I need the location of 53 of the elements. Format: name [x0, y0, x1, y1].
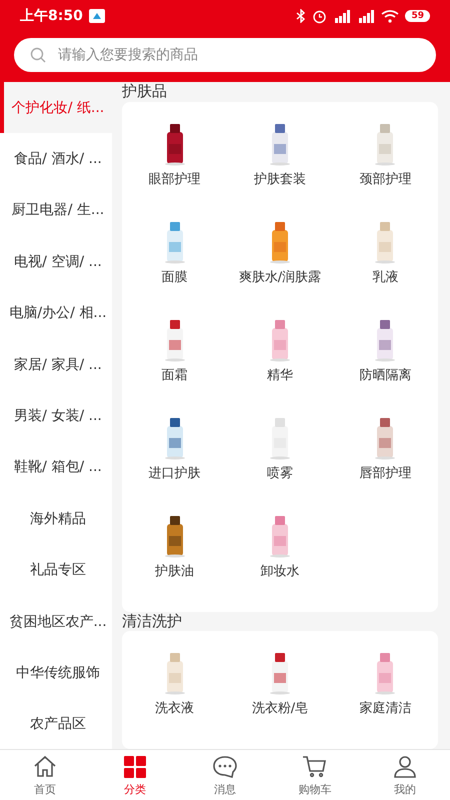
- category-item[interactable]: 男装/ 女装/ ...: [0, 390, 112, 442]
- search-bar[interactable]: 请输入您要搜索的商品: [14, 38, 436, 72]
- signal-icon: [357, 10, 376, 22]
- category-item[interactable]: 农产品区: [0, 698, 112, 750]
- battery-level: 59: [405, 10, 430, 22]
- bluetooth-icon: [296, 9, 306, 23]
- subcategory-label[interactable]: 爽肤水/润肤露: [238, 268, 322, 286]
- status-time: 上午8:50: [20, 7, 83, 25]
- subcategory-label[interactable]: 进口护肤: [148, 464, 201, 482]
- tab-item[interactable]: 分类: [90, 750, 180, 800]
- subcategory-label[interactable]: 护肤油: [155, 562, 194, 580]
- subcategory-label[interactable]: 喷雾: [266, 464, 293, 482]
- category-item[interactable]: 个护化妆/ 纸...: [0, 82, 112, 134]
- category-item[interactable]: 食品/ 酒水/ ...: [0, 133, 112, 185]
- grid-icon: [122, 754, 148, 780]
- tab-item[interactable]: 购物车: [270, 750, 360, 800]
- subcategory-label[interactable]: 眼部护理: [148, 170, 201, 188]
- section-title: 护肤品: [122, 82, 168, 102]
- subcategory-label[interactable]: 精华: [266, 366, 293, 384]
- category-item[interactable]: 电视/ 空调/ ...: [0, 236, 112, 288]
- subcategory-label[interactable]: 防晒隔离: [359, 366, 412, 384]
- subcategory-label[interactable]: 护肤套装: [254, 170, 306, 188]
- subcategory-label[interactable]: 洗衣液: [155, 699, 194, 717]
- subcategory-label[interactable]: 唇部护理: [359, 464, 412, 482]
- section-title: 清洁洗护: [122, 612, 183, 631]
- category-item[interactable]: 海外精品: [0, 493, 112, 545]
- home-icon: [32, 754, 58, 780]
- chat-icon: [212, 754, 238, 780]
- subcategory-label[interactable]: 颈部护理: [359, 170, 412, 188]
- subcategory-label[interactable]: 洗衣粉/皂: [252, 699, 308, 717]
- subcategory-label[interactable]: 面膜: [162, 268, 188, 286]
- category-item[interactable]: 礼品专区: [0, 544, 112, 596]
- search-icon: [30, 47, 46, 63]
- tab-item[interactable]: 消息: [180, 750, 270, 800]
- search-field[interactable]: 请输入您要搜索的商品: [56, 46, 420, 64]
- subcategory-label[interactable]: 卸妆水: [260, 562, 300, 580]
- user-icon: [392, 754, 418, 780]
- category-item[interactable]: 中华传统服饰: [0, 647, 112, 699]
- app-notification-icon: [88, 9, 105, 23]
- category-item[interactable]: 电脑/办公/ 相...: [0, 288, 112, 339]
- category-item[interactable]: 鞋靴/ 箱包/ ...: [0, 442, 112, 494]
- tab-item[interactable]: 我的: [360, 750, 450, 800]
- wifi-icon: [381, 10, 400, 22]
- category-item[interactable]: 厨卫电器/ 生...: [0, 184, 112, 236]
- cart-icon: [302, 754, 328, 780]
- category-item[interactable]: 贫困地区农产...: [0, 596, 112, 648]
- subcategory-label[interactable]: 面霜: [162, 366, 188, 384]
- subcategory-label[interactable]: 乳液: [372, 268, 398, 286]
- alarm-icon: [312, 8, 328, 24]
- signal-icon: [333, 10, 352, 22]
- subcategory-label[interactable]: 家庭清洁: [359, 699, 412, 717]
- category-item[interactable]: 家居/ 家具/ ...: [0, 338, 112, 390]
- tab-item[interactable]: 首页: [0, 750, 90, 800]
